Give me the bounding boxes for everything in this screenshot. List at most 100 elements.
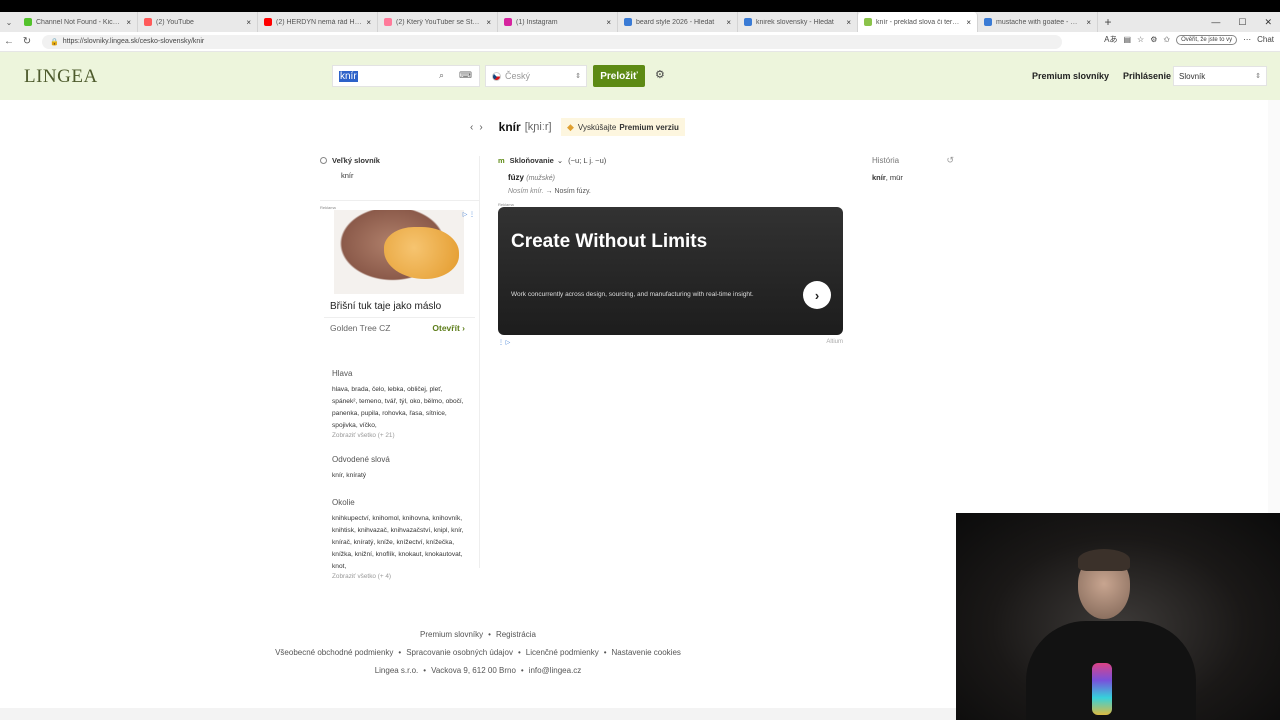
history-item-other[interactable]: , mür [886,173,903,182]
adchoices-icon[interactable]: ⋮ ▷ [498,340,510,346]
example-arrow: → [545,188,553,195]
footer-link[interactable]: Vackova 9, 612 00 Brno [431,666,516,675]
browser-tab[interactable]: (2) YouTube × [138,12,258,32]
czech-flag-icon [492,71,501,81]
banner-ad[interactable]: Create Without Limits Work concurrently … [498,207,843,335]
copilot-chat-button[interactable]: Chat [1257,35,1274,44]
declension-toggle[interactable]: Skloňovanie [510,156,554,165]
search-icon[interactable]: ⌕ [439,70,444,81]
tab-favicon-icon [864,18,872,26]
ad-title[interactable]: Břišní tuk taje jako máslo [330,301,441,312]
history-icon[interactable]: ↺ [946,155,954,166]
favorite-icon[interactable]: ☆ [1137,35,1144,44]
arrow-right-icon[interactable]: › [803,281,831,309]
sidebar-ad[interactable]: Reklama ▷ ⋮ Břišní tuk taje jako máslo G… [320,205,479,343]
try-premium-button[interactable]: ◆ Vyskúšajte Premium verziu [561,118,685,136]
show-all-link[interactable]: Zobraziť všetko (+ 21) [332,432,468,439]
url-field[interactable]: 🔒 https://slovniky.lingea.sk/cesko-slove… [42,34,1062,49]
collections-icon[interactable]: ✩ [1163,35,1170,44]
footer-link[interactable]: Všeobecné obchodné podmienky [275,648,393,657]
dictionary-select[interactable]: Slovník ⇕ [1173,66,1267,86]
show-all-link[interactable]: Zobraziť všetko (+ 4) [332,573,468,580]
section-words[interactable]: knihkupectví, knihomol, knihovna, knihov… [332,513,468,573]
close-tab-icon[interactable]: × [366,18,371,27]
ad-open-button[interactable]: Otevřít › [432,323,465,333]
chevron-updown-icon: ⇕ [1255,73,1261,80]
dictionary-toggle[interactable]: Veľký slovník [320,156,479,165]
maximize-icon[interactable]: ☐ [1238,17,1246,28]
footer-link[interactable]: Lingea s.r.o. [375,666,419,675]
language-select[interactable]: Český ⇕ [485,65,587,87]
adchoices-icon[interactable]: ▷ ⋮ [463,211,475,218]
tab-title: knír - preklad slova či termínu a je [876,18,962,26]
browser-tab[interactable]: (2) Který YouTuber se Stane Králem× [378,12,498,32]
separator-dot: • [603,648,607,657]
browser-tab-bar: ⌄ Channel Not Found - Kick Stream×(2) Yo… [0,12,1280,32]
history-panel: História ↺ knír, mür [872,155,962,182]
banner-headline: Create Without Limits [511,231,708,252]
browser-tab[interactable]: knír - preklad slova či termínu a je × [858,12,978,32]
reload-icon[interactable]: ↻ [18,36,36,47]
section-words[interactable]: knír, kníratý [332,470,468,482]
section-words[interactable]: hlava, brada, čelo, lebka, obličej, pleť… [332,384,468,432]
footer-link[interactable]: Spracovanie osobných údajov [406,648,513,657]
promo-prefix: Vyskúšajte [577,122,617,132]
language-value: Český [505,71,531,81]
back-icon[interactable]: ← [0,36,18,47]
close-tab-icon[interactable]: × [606,18,611,27]
browser-tab[interactable]: (2) HERDYN nemá rád HRANÍ s Há × [258,12,378,32]
login-link[interactable]: Prihlásenie [1123,71,1171,81]
close-tab-icon[interactable]: × [1086,18,1091,27]
footer-link[interactable]: info@lingea.cz [529,666,582,675]
prev-next-arrows[interactable]: ‹› [470,122,489,133]
premium-dictionaries-link[interactable]: Premium slovníky [1032,71,1109,81]
close-tab-icon[interactable]: × [126,18,131,27]
keyboard-icon[interactable]: ⌨ [459,70,472,81]
translation-word[interactable]: fúzy [508,173,524,182]
dictionary-sub-entry[interactable]: knír [341,171,479,180]
close-tab-icon[interactable]: × [486,18,491,27]
example-source: Nosím knír. [508,188,544,195]
footer-link[interactable]: Premium slovníky [420,630,483,639]
browser-tab[interactable]: knirek slovensky - Hledat × [738,12,858,32]
reader-icon[interactable]: ▤ [1123,35,1131,44]
tab-title: knirek slovensky - Hledat [756,18,834,26]
tab-list-icon[interactable]: ⌄ [0,18,18,27]
browser-tab[interactable]: Channel Not Found - Kick Stream× [18,12,138,32]
footer-link[interactable]: Licenčné podmienky [526,648,599,657]
history-items[interactable]: knír, mür [872,173,962,182]
gear-icon[interactable]: ⚙ [655,68,665,81]
tab-title: (1) Instagram [516,18,558,26]
browser-tab[interactable]: beard style 2026 - Hledat × [618,12,738,32]
tab-favicon-icon [24,18,32,26]
read-aloud-icon[interactable]: Aあ [1104,34,1117,45]
close-tab-icon[interactable]: × [726,18,731,27]
new-tab-button[interactable]: + [1098,15,1118,29]
chevron-down-icon[interactable]: ⌄ [557,156,563,165]
close-window-icon[interactable]: ✕ [1264,17,1272,28]
close-tab-icon[interactable]: × [246,18,251,27]
tab-favicon-icon [144,18,152,26]
lock-icon[interactable]: 🔒 [50,38,59,46]
browser-tab[interactable]: (1) Instagram × [498,12,618,32]
extension-icon[interactable]: ⚙ [1150,35,1157,44]
divider [320,200,479,201]
address-bar: ← ↻ 🔒 https://slovniky.lingea.sk/cesko-s… [0,32,1280,52]
lingea-logo[interactable]: LINGEA [24,66,98,88]
tab-title: Channel Not Found - Kick Stream [36,18,123,26]
close-tab-icon[interactable]: × [966,18,971,27]
close-tab-icon[interactable]: × [846,18,851,27]
profile-button[interactable]: Ověřit, že jste to vy [1176,34,1238,45]
webcam-hair [1078,549,1130,571]
footer-link[interactable]: Registrácia [496,630,536,639]
tab-favicon-icon [984,18,992,26]
dictionary-entry: m Skloňovanie ⌄ (~u; L j. ~u) fúzy (mužs… [498,156,848,195]
history-item-current[interactable]: knír [872,173,886,182]
translate-button[interactable]: Preložiť [593,65,645,87]
more-menu-icon[interactable]: ⋯ [1243,35,1251,44]
search-input[interactable]: knír ⌕ ⌨ [332,65,480,87]
left-sidebar: Veľký slovník knír Reklama ▷ ⋮ Břišní tu… [320,156,480,580]
minimize-icon[interactable]: — [1211,17,1220,27]
footer-link[interactable]: Nastavenie cookies [612,648,681,657]
browser-tab[interactable]: mustache with goatee - Hledat Ob × [978,12,1098,32]
